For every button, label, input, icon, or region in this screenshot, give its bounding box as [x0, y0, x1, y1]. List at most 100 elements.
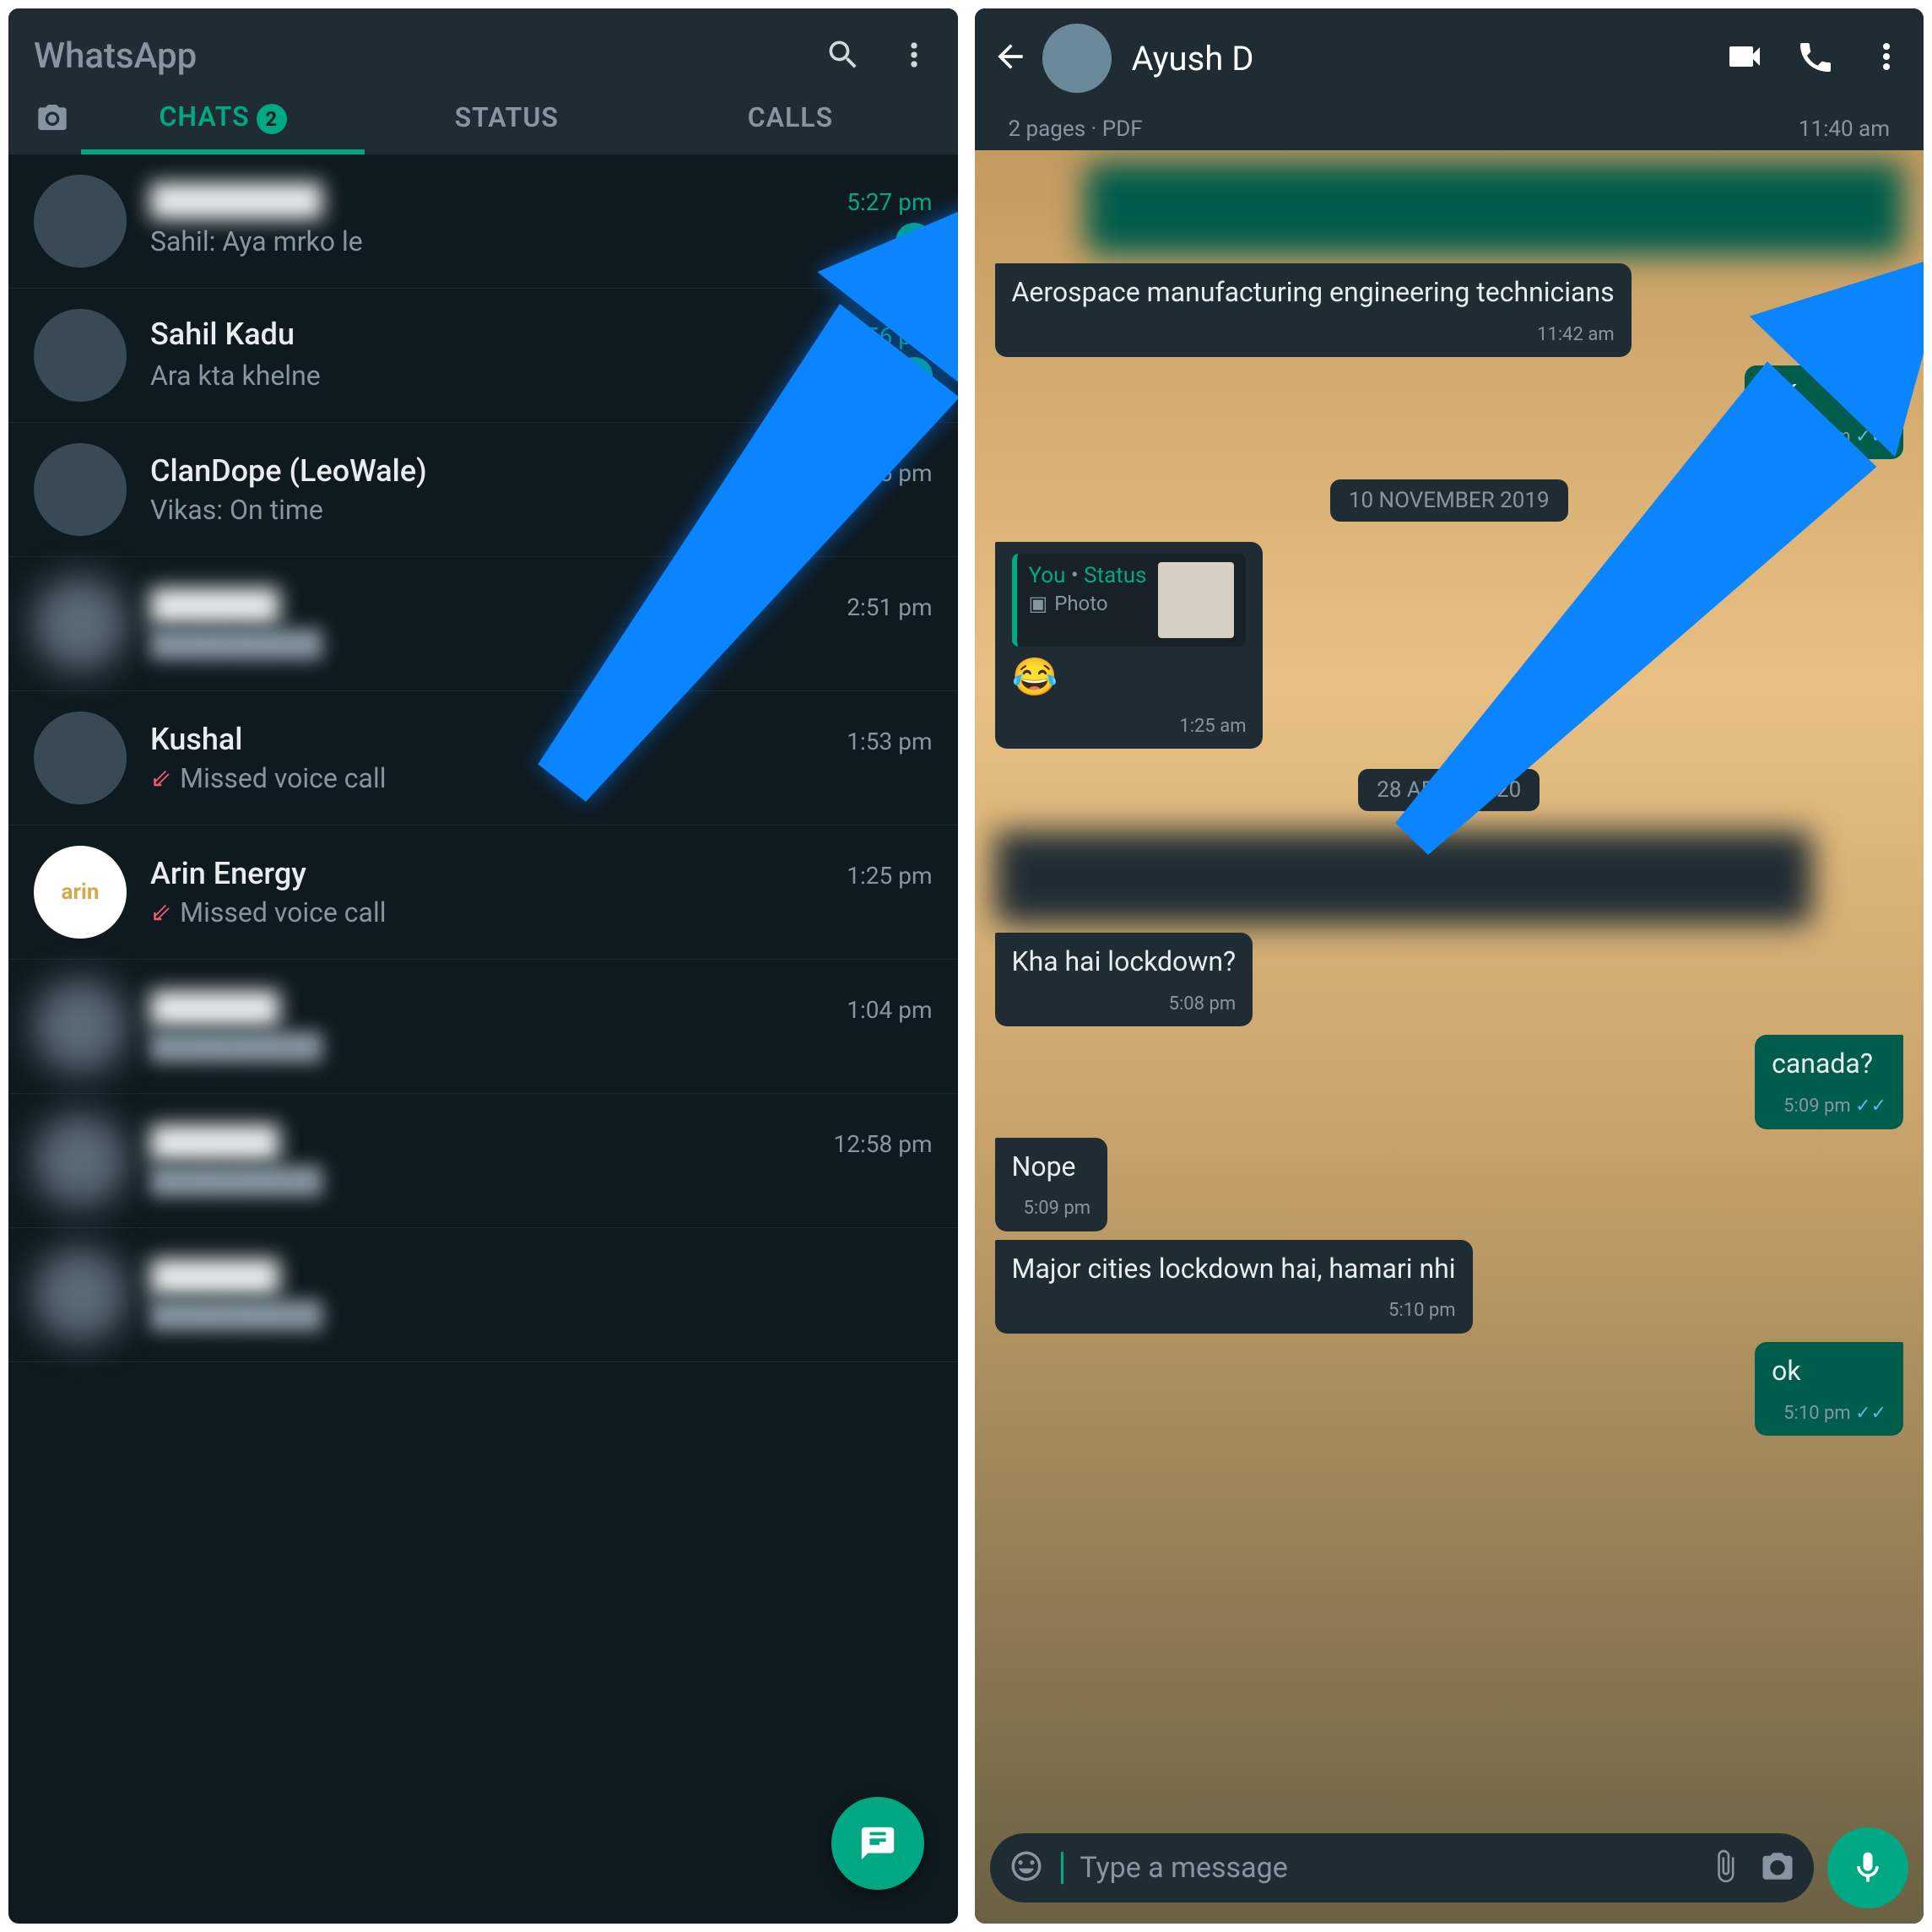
emoji-icon[interactable]: [1009, 1848, 1044, 1887]
message-input-bar: Type a message: [990, 1827, 1909, 1908]
input-cursor: [1061, 1852, 1063, 1884]
message-emoji: 😂: [1012, 653, 1247, 701]
read-ticks-icon: ✓✓: [1851, 1403, 1886, 1424]
message-outgoing[interactable]: ok 5:10 pm ✓✓: [1755, 1342, 1903, 1436]
missed-call-icon: ⇙: [150, 898, 171, 928]
chat-preview: Ara kta khelne: [150, 360, 321, 392]
message-incoming[interactable]: Nope 5:09 pm: [995, 1138, 1108, 1231]
message-time: 5:10 pm: [1783, 1402, 1851, 1426]
chat-preview: Vikas: On time: [150, 494, 323, 526]
input-placeholder: Type a message: [1080, 1851, 1691, 1885]
contact-name[interactable]: Ayush D: [1132, 39, 1712, 78]
chat-name: ████████: [150, 182, 322, 218]
tab-chats[interactable]: CHATS2: [81, 100, 365, 154]
tabs: CHATS2 STATUS CALLS: [34, 100, 933, 154]
chat-preview: █████████: [150, 1299, 322, 1331]
message-text: Nope: [1012, 1150, 1076, 1182]
chat-preview: █████████: [150, 1031, 322, 1063]
message-text: Kha hai lockdown?: [1012, 945, 1237, 977]
video-call-icon[interactable]: [1724, 36, 1765, 80]
message-text: canada?: [1772, 1047, 1873, 1080]
document-attachment-meta: 2 pages · PDF 11:40 am: [975, 108, 1924, 150]
reply-sender: You • Status: [1029, 562, 1147, 591]
menu-icon[interactable]: [896, 36, 933, 77]
avatar[interactable]: [34, 175, 127, 268]
message-time: 5:08 pm: [1169, 993, 1237, 1017]
chat-time: 1:04 pm: [847, 996, 932, 1024]
chat-time: 1:53 pm: [847, 728, 932, 755]
message-time: 11:42 am: [1537, 323, 1615, 348]
avatar[interactable]: [34, 443, 127, 536]
chat-name: Arin Energy: [150, 856, 306, 891]
date-separator: 10 NOVEMBER 2019: [1330, 479, 1568, 522]
message-incoming-reply[interactable]: You • Status▣ Photo😂1:25 am: [995, 542, 1264, 749]
chat-header: Ayush D: [975, 8, 1924, 108]
chat-list-item[interactable]: ██████ 2:51 pm █████████: [8, 557, 958, 691]
chat-name: Kushal: [150, 722, 242, 757]
menu-icon[interactable]: [1866, 36, 1907, 80]
chats-unread-badge: 2: [257, 104, 287, 134]
avatar[interactable]: [34, 712, 127, 804]
chat-time: 12:58 pm: [834, 1130, 933, 1158]
back-icon[interactable]: [992, 38, 1029, 78]
avatar[interactable]: [34, 980, 127, 1073]
message-time: 5:09 pm: [1783, 1095, 1851, 1119]
chat-name: ██████: [150, 587, 279, 623]
app-header: WhatsApp CHATS2 STATUS CALLS: [8, 8, 958, 154]
avatar[interactable]: [34, 1114, 127, 1207]
message-input[interactable]: Type a message: [990, 1833, 1815, 1902]
missed-call-icon: ⇙: [150, 764, 171, 793]
chat-name: Sahil Kadu: [150, 317, 295, 352]
camera-tab[interactable]: [34, 100, 81, 154]
tab-calls[interactable]: CALLS: [648, 101, 932, 154]
chat-list-item[interactable]: ███████████████: [8, 1228, 958, 1362]
chat-preview: Sahil: Aya mrko le: [150, 225, 363, 257]
message-redacted[interactable]: [1085, 162, 1903, 255]
chat-name: ██████: [150, 1258, 279, 1294]
voice-call-icon[interactable]: [1795, 36, 1836, 80]
avatar[interactable]: [34, 309, 127, 402]
chat-preview: ⇙Missed voice call: [150, 762, 387, 794]
chat-time: 2:51 pm: [847, 593, 932, 621]
message-time: 5:09 pm: [1024, 1197, 1091, 1221]
chat-name: ██████: [150, 990, 279, 1026]
voice-message-button[interactable]: [1827, 1827, 1908, 1908]
chats-list-screen: WhatsApp CHATS2 STATUS CALLS ████████5:2…: [8, 8, 958, 1924]
chat-background: Aerospace manufacturing engineering tech…: [975, 150, 1924, 1924]
chat-name: ClanDope (LeoWale): [150, 453, 427, 489]
chat-conversation-screen: Ayush D 2 pages · PDF 11:40 am Aerospace…: [975, 8, 1924, 1924]
message-incoming[interactable]: Aerospace manufacturing engineering tech…: [995, 263, 1632, 357]
chat-list-item[interactable]: arin Arin Energy 1:25 pm ⇙Missed voice call: [8, 825, 958, 960]
read-ticks-icon: ✓✓: [1851, 1096, 1886, 1117]
camera-icon[interactable]: [1760, 1848, 1795, 1887]
chat-name: ██████: [150, 1124, 279, 1160]
message-text: Aerospace manufacturing engineering tech…: [1012, 276, 1615, 308]
chat-list-item[interactable]: ████████5:27 pmSahil: Aya mrko le20: [8, 154, 958, 289]
avatar[interactable]: [34, 1248, 127, 1341]
chat-list-item[interactable]: ██████ 12:58 pm █████████: [8, 1094, 958, 1228]
chat-time: 1:25 pm: [847, 862, 932, 890]
tab-status[interactable]: STATUS: [365, 101, 648, 154]
avatar[interactable]: arin: [34, 846, 127, 939]
avatar[interactable]: [34, 577, 127, 670]
contact-avatar[interactable]: [1042, 24, 1112, 93]
message-text: Major cities lockdown hai, hamari nhi: [1012, 1253, 1456, 1285]
message-redacted[interactable]: [995, 831, 1813, 924]
chat-preview: █████████: [150, 628, 322, 660]
messages-container[interactable]: Aerospace manufacturing engineering tech…: [975, 150, 1924, 1554]
message-incoming[interactable]: Major cities lockdown hai, hamari nhi 5:1…: [995, 1240, 1473, 1334]
app-title: WhatsApp: [34, 35, 197, 77]
chat-list-item[interactable]: ██████ 1:04 pm █████████: [8, 960, 958, 1094]
attach-icon[interactable]: [1707, 1848, 1743, 1887]
chat-preview: ⇙Missed voice call: [150, 896, 387, 928]
new-chat-fab[interactable]: [831, 1797, 924, 1890]
reply-type: ▣ Photo: [1029, 591, 1147, 617]
message-time: 5:10 pm: [1388, 1299, 1456, 1323]
chat-preview: █████████: [150, 1165, 322, 1197]
message-incoming[interactable]: Kha hai lockdown? 5:08 pm: [995, 933, 1253, 1026]
reply-thumbnail: [1158, 562, 1234, 638]
search-icon[interactable]: [825, 36, 862, 77]
message-text: ok: [1772, 1355, 1800, 1387]
chat-list-item[interactable]: Kushal 1:53 pm ⇙Missed voice call: [8, 691, 958, 825]
message-outgoing[interactable]: canada? 5:09 pm ✓✓: [1755, 1035, 1903, 1128]
